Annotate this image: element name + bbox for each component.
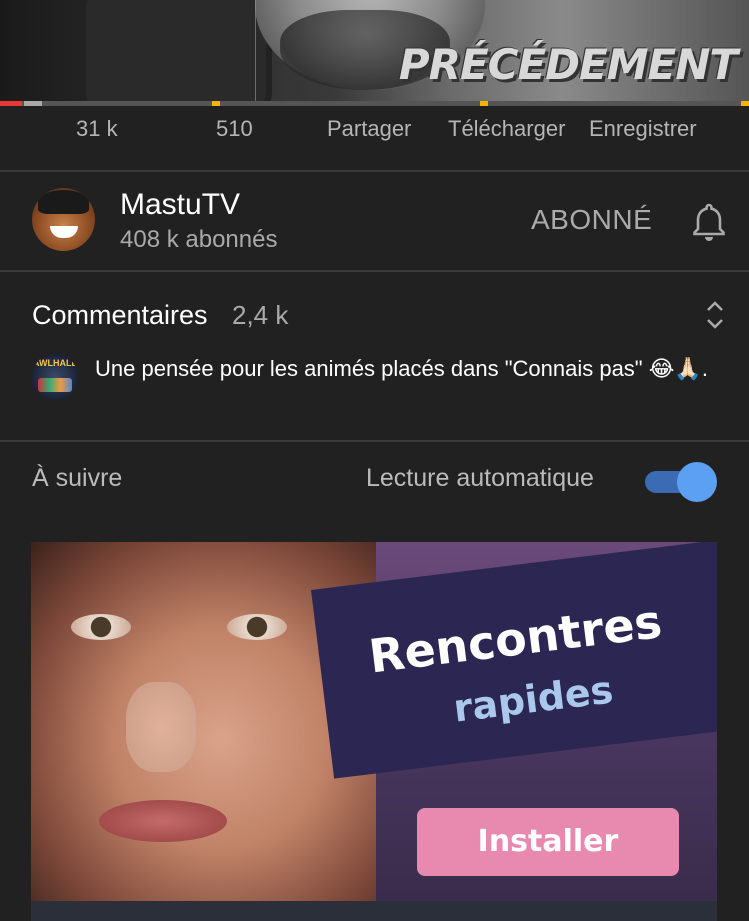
commenter-avatar-art: [38, 378, 72, 392]
save-button[interactable]: Enregistrer: [589, 116, 697, 142]
ad-card[interactable]: Rencontres rapides Installer: [31, 542, 717, 921]
commenter-avatar: AWLHALL: [32, 354, 78, 400]
ad-photo-nose: [126, 682, 196, 772]
video-actions-row: 31 k 510 Partager Télécharger Enregistre…: [0, 106, 749, 170]
share-button[interactable]: Partager: [327, 116, 411, 142]
subscribe-button[interactable]: ABONNÉ: [531, 204, 652, 236]
top-comment-text: Une pensée pour les animés placés dans "…: [95, 356, 708, 381]
download-button[interactable]: Télécharger: [448, 116, 565, 142]
up-next-label: À suivre: [32, 464, 123, 492]
subscriber-count: 408 k abonnés: [120, 226, 278, 253]
ad-footer-strip: [31, 901, 717, 921]
comments-section[interactable]: Commentaires 2,4 k AWLHALL Une pensée po…: [0, 272, 749, 440]
video-player[interactable]: PRÉCÉDEMENT: [0, 0, 749, 103]
avatar-smile: [50, 226, 78, 238]
comments-title: Commentaires: [32, 300, 208, 330]
video-overlay-text: PRÉCÉDEMENT: [398, 40, 738, 89]
up-next-row: À suivre Lecture automatique: [0, 442, 749, 518]
autoplay-label: Lecture automatique: [366, 464, 594, 492]
channel-name[interactable]: MastuTV: [120, 188, 240, 222]
install-button[interactable]: Installer: [417, 808, 679, 876]
autoplay-toggle[interactable]: [645, 462, 717, 502]
channel-row: MastuTV 408 k abonnés ABONNÉ: [0, 172, 749, 270]
expand-icon[interactable]: [704, 298, 726, 332]
channel-avatar[interactable]: [32, 188, 95, 251]
like-button[interactable]: 31 k: [76, 116, 118, 142]
commenter-avatar-logo: AWLHALL: [33, 358, 77, 368]
video-frame-edge: [255, 0, 256, 103]
ad-photo-eye: [71, 614, 131, 640]
ad-photo-eye: [227, 614, 287, 640]
avatar-hair: [38, 190, 89, 214]
ad-photo-lips: [99, 800, 227, 842]
dislike-button[interactable]: 510: [216, 116, 253, 142]
video-frame-chair: [80, 0, 272, 103]
toggle-knob: [677, 462, 717, 502]
bell-icon[interactable]: [692, 202, 726, 242]
comments-count: 2,4 k: [232, 300, 289, 330]
